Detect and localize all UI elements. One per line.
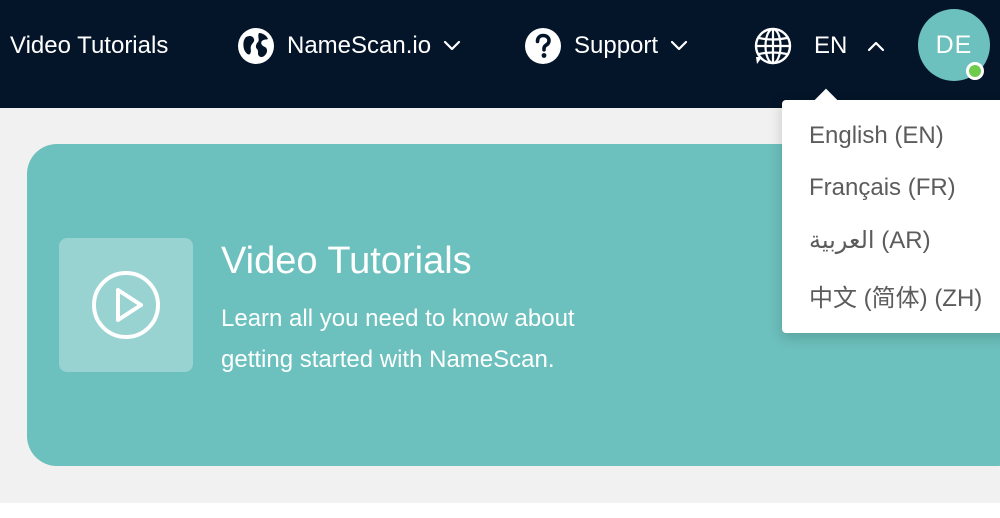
support-menu[interactable]: Support [524,25,688,67]
namescan-menu[interactable]: NameScan.io [237,25,461,67]
help-icon [524,27,562,65]
namescan-label: NameScan.io [287,32,432,59]
language-globe-icon [752,25,794,67]
play-icon [90,269,162,341]
language-option-chinese[interactable]: 中文 (简体) (ZH) [809,278,982,313]
chevron-down-icon [443,40,461,52]
language-code: EN [814,32,848,59]
online-status-indicator [966,62,984,80]
page-title: Video Tutorials [10,32,169,59]
top-navigation-bar: Video Tutorials NameScan.io Support EN D… [0,0,1000,108]
language-option-english[interactable]: English (EN) [809,122,944,150]
banner-subtitle: Learn all you need to know about getting… [221,305,575,373]
content-bottom-edge [0,503,1000,518]
language-selector[interactable]: EN [752,25,885,67]
support-label: Support [574,32,659,59]
banner-title: Video Tutorials [221,240,472,282]
chevron-up-icon [867,40,885,52]
language-option-arabic[interactable]: العربية (AR) [809,226,931,255]
chevron-down-icon [670,40,688,52]
play-icon-tile [59,238,193,372]
globe-icon [237,27,275,65]
language-option-french[interactable]: Français (FR) [809,174,956,202]
language-dropdown: English (EN) Français (FR) العربية (AR) … [782,88,1000,333]
